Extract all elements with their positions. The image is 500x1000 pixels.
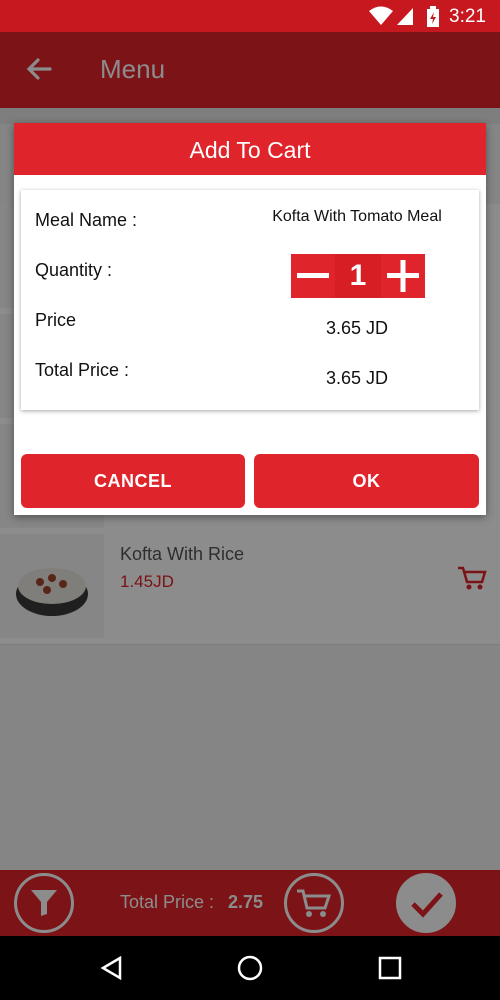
- total-price-label: Total Price :: [35, 360, 130, 380]
- meal-name-value: Kofta With Tomato Meal: [272, 208, 442, 225]
- ok-button[interactable]: OK: [254, 454, 479, 508]
- nav-recents-icon[interactable]: [376, 954, 404, 982]
- battery-icon: [427, 6, 439, 27]
- navigation-bar: [0, 936, 500, 1000]
- plus-icon[interactable]: [381, 254, 425, 298]
- total-price-value: 3.65 JD: [325, 368, 389, 388]
- meal-name-label: Meal Name :: [35, 210, 138, 230]
- status-time: 3:21: [449, 6, 486, 27]
- nav-home-icon[interactable]: [236, 954, 264, 982]
- cancel-button[interactable]: CANCEL: [21, 454, 245, 508]
- quantity-stepper: 1: [291, 254, 425, 298]
- minus-icon[interactable]: [291, 254, 335, 298]
- price-label: Price: [35, 310, 77, 330]
- quantity-label: Quantity :: [35, 260, 113, 280]
- nav-back-icon[interactable]: [98, 954, 126, 982]
- quantity-value: 1: [335, 254, 381, 298]
- wifi-icon: [369, 6, 393, 25]
- signal-icon: [397, 8, 413, 25]
- meal-details-card: Meal Name : Kofta With Tomato Meal Quant…: [21, 190, 479, 410]
- dialog-title: Add To Cart: [14, 123, 486, 175]
- price-value: 3.65 JD: [325, 318, 389, 338]
- status-bar: 3:21: [0, 0, 500, 32]
- add-to-cart-dialog: Add To Cart Meal Name : Kofta With Tomat…: [14, 123, 486, 515]
